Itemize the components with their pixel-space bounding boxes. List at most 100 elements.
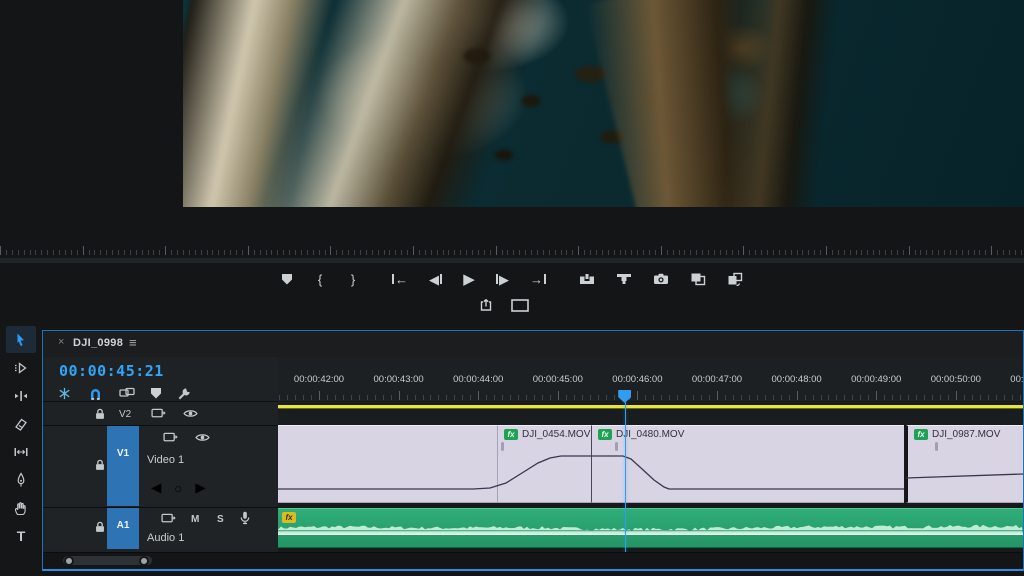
ruler-tick: [359, 395, 360, 400]
track-target-v1[interactable]: V1: [107, 426, 139, 506]
ruler-tick: [454, 250, 455, 255]
multi-camera-button[interactable]: [725, 268, 745, 290]
transport-controls: { } ← ◀ ▶ ▶ →: [0, 266, 1024, 324]
comparison-view-icon: [690, 272, 706, 286]
lock-track-v2-button[interactable]: [93, 407, 107, 421]
step-forward-button[interactable]: ▶: [494, 268, 511, 290]
program-time-ruler[interactable]: [0, 238, 1024, 257]
multi-camera-icon: [727, 272, 743, 286]
ripple-edit-tool[interactable]: [6, 382, 36, 409]
ruler-tick: [844, 395, 845, 400]
volume-rubber-band[interactable]: [278, 425, 1023, 505]
track-target-a1[interactable]: A1: [107, 508, 139, 549]
timeline-ruler[interactable]: 00:00:42:0000:00:43:0000:00:44:0000:00:4…: [278, 357, 1023, 401]
ruler-tick: [797, 391, 798, 400]
selection-arrow-icon: [13, 332, 29, 348]
track-v1-content[interactable]: fxDJI_0454.MOVfxDJI_0480.MOVfxDJI_0987.M…: [278, 425, 1023, 505]
source-patch-a1-button[interactable]: [161, 513, 176, 524]
ruler-tick: [399, 391, 400, 400]
ruler-tick: [407, 250, 408, 255]
audio-clip[interactable]: fx: [278, 508, 1023, 548]
toggle-track-output-v1-button[interactable]: [195, 432, 210, 443]
ruler-tick: [195, 250, 196, 255]
playhead-timecode[interactable]: 00:00:45:21: [59, 362, 164, 380]
mark-out-button[interactable]: }: [345, 268, 361, 290]
snap-button[interactable]: [88, 386, 103, 401]
ruler-tick: [867, 250, 868, 255]
track-header-a1: A1 M S Audio 1: [43, 507, 278, 549]
close-tab-icon[interactable]: ×: [58, 336, 64, 348]
timeline-header: 00:00:45:21 V2 V1 Video 1: [43, 357, 279, 553]
source-patch-v1-button[interactable]: [163, 432, 178, 443]
ruler-tick: [962, 250, 963, 255]
premiere-pro-window: { } ← ◀ ▶ ▶ →: [0, 0, 1024, 576]
ruler-tick: [673, 250, 674, 255]
ruler-tick: [159, 250, 160, 255]
solo-track-button[interactable]: S: [217, 514, 224, 525]
ruler-tick: [415, 395, 416, 400]
timeline-settings-button[interactable]: [177, 386, 192, 401]
lock-icon: [93, 458, 107, 472]
ruler-tick: [991, 246, 992, 255]
lift-icon: [579, 273, 595, 285]
scrollbar-knob-right[interactable]: [139, 556, 149, 566]
ruler-tick: [661, 246, 662, 255]
lock-track-v1-button[interactable]: [93, 458, 107, 472]
ruler-tick: [1021, 250, 1022, 255]
toggle-track-output-v2-button[interactable]: [183, 408, 198, 419]
ruler-tick: [749, 250, 750, 255]
track-a1-content[interactable]: fx: [278, 507, 1023, 548]
nest-sequence-button[interactable]: [57, 386, 72, 401]
next-keyframe-button[interactable]: ▶: [195, 480, 205, 496]
timeline-tab[interactable]: DJI_0998: [73, 337, 123, 349]
ruler-tick: [319, 250, 320, 255]
extract-button[interactable]: [614, 268, 634, 290]
ruler-tick: [950, 250, 951, 255]
type-tool-icon: T: [17, 528, 26, 544]
export-frame-button[interactable]: [651, 268, 671, 290]
ruler-tick: [1012, 395, 1013, 400]
scrollbar-knob-left[interactable]: [64, 556, 74, 566]
ruler-tick: [342, 250, 343, 255]
export-button[interactable]: [477, 294, 495, 316]
playhead-line[interactable]: [625, 401, 627, 553]
source-monitor-icon: [151, 408, 166, 419]
go-to-in-button[interactable]: ←: [390, 268, 410, 290]
ruler-tick: [83, 246, 84, 255]
mute-track-button[interactable]: M: [191, 514, 199, 525]
source-patch-v2-button[interactable]: [151, 408, 166, 419]
pen-tool[interactable]: [6, 466, 36, 493]
ruler-tick: [47, 250, 48, 255]
add-marker-button-timeline[interactable]: [151, 388, 161, 399]
razor-tool[interactable]: [6, 410, 36, 437]
go-to-out-button[interactable]: →: [528, 268, 548, 290]
selection-tool[interactable]: [6, 326, 36, 353]
safe-margins-button[interactable]: [509, 294, 531, 316]
comparison-view-button[interactable]: [688, 268, 708, 290]
previous-keyframe-button[interactable]: ◀: [151, 480, 161, 496]
track-select-forward-tool[interactable]: [6, 354, 36, 381]
horizontal-scrollbar[interactable]: [43, 552, 1023, 569]
track-target-v2[interactable]: V2: [119, 409, 131, 420]
step-back-button[interactable]: ◀: [427, 268, 444, 290]
ruler-tick: [761, 250, 762, 255]
ruler-tick: [765, 395, 766, 400]
lift-button[interactable]: [577, 268, 597, 290]
play-button[interactable]: ▶: [461, 268, 477, 290]
add-marker-button[interactable]: [279, 268, 295, 290]
ruler-tick: [584, 250, 585, 255]
mark-in-button[interactable]: {: [312, 268, 328, 290]
linked-selection-button[interactable]: [119, 387, 135, 399]
ruler-tick: [177, 250, 178, 255]
nest-icon: [57, 386, 72, 401]
program-scrollbar[interactable]: [0, 258, 1024, 263]
eye-icon: [183, 408, 198, 419]
voiceover-record-button[interactable]: [239, 511, 251, 525]
add-keyframe-button[interactable]: ○: [174, 481, 182, 496]
hand-tool[interactable]: [6, 494, 36, 521]
type-tool[interactable]: T: [6, 522, 36, 549]
ruler-tick: [295, 250, 296, 255]
slip-tool[interactable]: [6, 438, 36, 465]
panel-menu-icon[interactable]: ≡: [129, 335, 137, 350]
lock-track-a1-button[interactable]: [93, 520, 107, 534]
